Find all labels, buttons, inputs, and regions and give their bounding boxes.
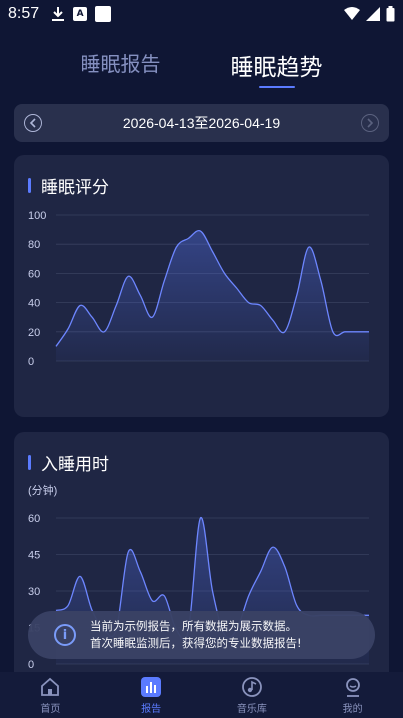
tab-sleep-report-label: 睡眠报告 (80, 52, 161, 76)
nav-profile-label: 我的 (342, 703, 363, 715)
notification-square-icon (95, 6, 112, 22)
download-icon (52, 7, 65, 21)
signal-icon (366, 7, 380, 21)
notification-letter-icon: A (73, 7, 88, 21)
sleep-score-card: 睡眠评分 0 20 40 60 80 100 (14, 155, 389, 417)
nav-profile[interactable]: 我的 (313, 676, 393, 715)
info-icon: i (54, 624, 76, 646)
sleep-onset-ytick-label: 45 (28, 550, 40, 562)
sample-data-toast: i 当前为示例报告，所有数据为展示数据。 首次睡眠监测后，获得您的专业数据报告! (28, 611, 375, 659)
next-week-button[interactable] (360, 114, 379, 132)
sleep-onset-unit-label: (分钟) (28, 483, 57, 497)
toast-line-1: 当前为示例报告，所有数据为展示数据。 (90, 619, 297, 633)
date-range-text: 2026-04-13至2026-04-19 (122, 115, 281, 131)
status-time: 8:57 (8, 5, 40, 22)
status-bar: 8:57 A (0, 0, 403, 28)
home-icon (41, 677, 60, 696)
toast-line-2: 首次睡眠监测后，获得您的专业数据报告! (90, 636, 302, 650)
sleep-score-ytick-label: 80 (28, 239, 40, 251)
sleep-score-ytick-label: 40 (28, 298, 40, 310)
nav-report[interactable]: 报告 (111, 676, 191, 715)
nav-music[interactable]: 音乐库 (212, 676, 292, 715)
music-icon (241, 676, 262, 697)
sleep-score-chart: 0 20 40 60 80 100 (28, 210, 369, 368)
sleep-onset-ytick-label: 0 (28, 659, 34, 671)
sleep-score-ytick-label: 20 (28, 327, 40, 339)
sleep-onset-ytick-label: 30 (28, 586, 40, 598)
status-notification-icons: A (51, 6, 112, 22)
date-range-bar: 2026-04-13至2026-04-19 (14, 104, 389, 142)
tab-sleep-trend-label: 睡眠趋势 (230, 55, 323, 81)
sleep-score-ytick-label: 60 (28, 268, 40, 280)
active-tab-indicator (258, 86, 295, 88)
status-system-icons (344, 6, 395, 22)
wifi-icon (344, 7, 360, 20)
toast-message: 当前为示例报告，所有数据为展示数据。 首次睡眠监测后，获得您的专业数据报告! (90, 618, 302, 652)
nav-music-label: 音乐库 (236, 703, 267, 715)
sleep-score-ytick-label: 100 (28, 210, 46, 222)
bottom-navigation: 首页 报告 音乐库 我的 (0, 672, 403, 718)
previous-week-button[interactable] (24, 114, 42, 132)
battery-icon (386, 6, 395, 22)
tab-sleep-trend[interactable]: 睡眠趋势 (231, 48, 323, 88)
nav-home[interactable]: 首页 (10, 676, 90, 715)
report-icon (141, 676, 162, 697)
chevron-right-icon (367, 118, 374, 128)
top-tabs: 睡眠报告 睡眠趋势 (0, 48, 403, 88)
chevron-left-icon (29, 118, 36, 128)
sleep-score-ytick-label: 0 (28, 356, 34, 368)
nav-home-label: 首页 (40, 703, 61, 715)
nav-report-label: 报告 (141, 703, 162, 715)
sleep-onset-ytick-label: 60 (28, 513, 40, 525)
profile-icon (345, 677, 360, 697)
tab-sleep-report[interactable]: 睡眠报告 (81, 48, 161, 88)
